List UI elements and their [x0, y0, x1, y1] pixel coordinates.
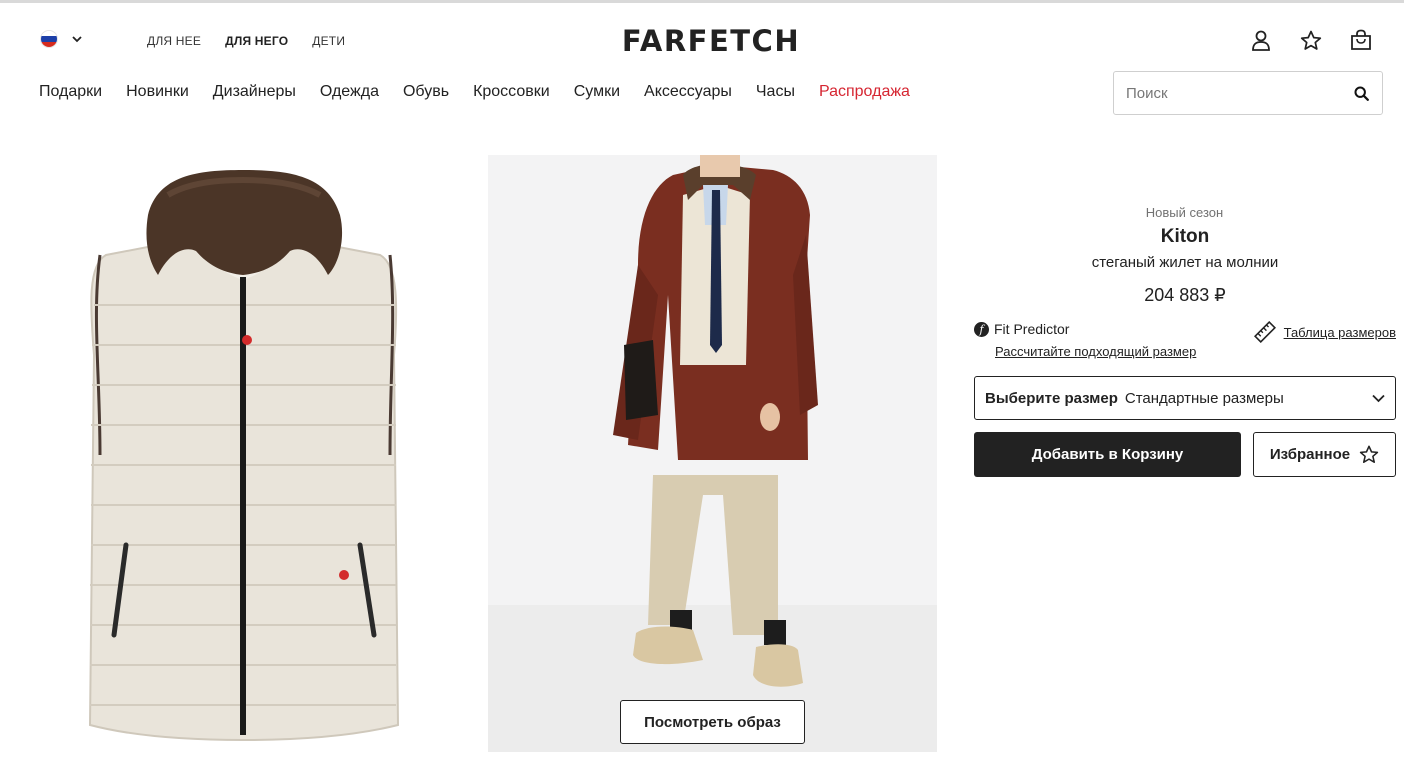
gender-nav: ДЛЯ НЕЕ ДЛЯ НЕГО ДЕТИ: [147, 34, 345, 48]
account-icon[interactable]: [1250, 28, 1272, 52]
view-look-button[interactable]: Посмотреть образ: [620, 700, 805, 744]
product-price: 204 883 ₽: [1144, 285, 1226, 305]
nav-item-bags[interactable]: Сумки: [574, 83, 620, 101]
nav-item-watches[interactable]: Часы: [756, 83, 795, 101]
chevron-down-icon: [72, 36, 82, 43]
fit-predictor-logo-icon: f: [974, 321, 989, 337]
search-box: [1113, 71, 1383, 115]
header-icons: [1250, 28, 1372, 52]
size-guide-label: Таблица размеров: [1283, 324, 1396, 340]
nav-item-sneakers[interactable]: Кроссовки: [473, 83, 550, 101]
product-info: Новый сезон Kiton стеганый жилет на молн…: [974, 205, 1396, 477]
gender-nav-men[interactable]: ДЛЯ НЕГО: [225, 34, 288, 48]
gender-nav-kids[interactable]: ДЕТИ: [312, 34, 345, 48]
search-icon[interactable]: [1352, 84, 1370, 102]
nav-item-shoes[interactable]: Обувь: [403, 83, 449, 101]
gender-nav-women[interactable]: ДЛЯ НЕЕ: [147, 34, 201, 48]
add-to-bag-button[interactable]: Добавить в Корзину: [974, 432, 1241, 477]
size-select[interactable]: Выберите размер Стандартные размеры: [974, 376, 1396, 420]
main-nav: Подарки Новинки Дизайнеры Одежда Обувь К…: [39, 83, 910, 101]
product-image-main[interactable]: [28, 155, 468, 752]
product-name: стеганый жилет на молнии: [1091, 254, 1279, 271]
star-icon: [1359, 445, 1379, 463]
nav-item-gifts[interactable]: Подарки: [39, 83, 102, 101]
bag-icon[interactable]: [1350, 28, 1372, 52]
search-input[interactable]: [1126, 84, 1352, 102]
nav-item-accessories[interactable]: Аксессуары: [644, 83, 732, 101]
region-selector[interactable]: [40, 30, 82, 48]
season-label: Новый сезон: [1145, 205, 1224, 220]
top-divider: [0, 0, 1404, 3]
russia-flag-icon: [40, 30, 58, 48]
fit-predictor-row: f Fit Predictor Рассчитайте подходящий р…: [974, 321, 1396, 367]
fit-predictor-link[interactable]: Рассчитайте подходящий размер: [995, 344, 1196, 359]
nav-item-designers[interactable]: Дизайнеры: [213, 83, 296, 101]
nav-item-sale[interactable]: Распродажа: [819, 83, 910, 101]
wishlist-star-icon[interactable]: [1300, 28, 1322, 52]
product-brand[interactable]: Kiton: [974, 226, 1396, 248]
nav-item-new[interactable]: Новинки: [126, 83, 189, 101]
product-actions: Добавить в Корзину Избранное: [974, 432, 1396, 477]
site-logo[interactable]: FARFETCH: [609, 24, 813, 58]
size-select-value: Стандартные размеры: [1124, 389, 1284, 407]
nav-item-clothing[interactable]: Одежда: [320, 83, 379, 101]
product-image-look[interactable]: [488, 155, 937, 752]
chevron-down-icon: [1371, 391, 1385, 405]
fit-predictor-title: Fit Predictor: [994, 321, 1070, 337]
wishlist-button[interactable]: Избранное: [1253, 432, 1396, 477]
size-guide-link[interactable]: Таблица размеров: [1253, 321, 1396, 343]
fit-predictor: f Fit Predictor: [974, 321, 1069, 337]
wishlist-button-label: Избранное: [1269, 446, 1351, 463]
ruler-icon: [1253, 321, 1276, 343]
size-select-label: Выберите размер: [985, 389, 1118, 407]
